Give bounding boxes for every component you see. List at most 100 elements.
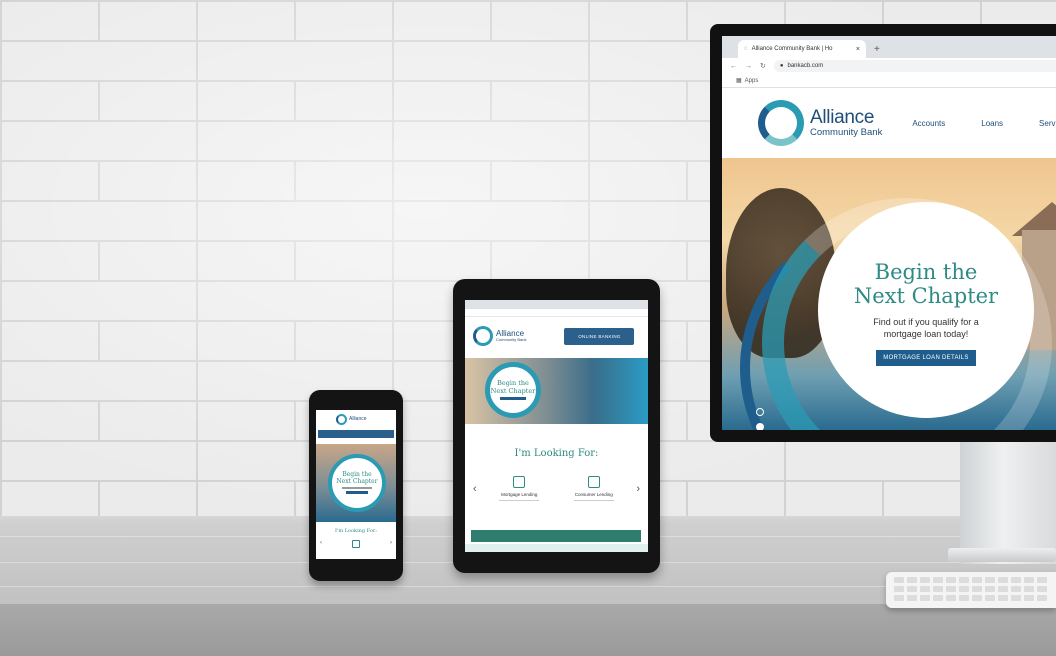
tablet-footer-wave [465, 544, 648, 552]
tablet-hero-callout: Begin the Next Chapter [485, 362, 541, 418]
monitor-foot [948, 548, 1056, 562]
logo-line-1: Alliance [810, 107, 875, 129]
key [1024, 577, 1034, 583]
phone-carousel-next-icon[interactable]: › [390, 540, 392, 548]
card-consumer-lending[interactable]: Consumer Lending [562, 476, 626, 501]
key [972, 586, 982, 592]
tablet-hero-banner: Begin the Next Chapter [465, 358, 648, 424]
tab-title: Alliance Community Bank | Ho [751, 46, 833, 52]
key [1037, 577, 1047, 583]
hero-title-line-1: Begin the [874, 260, 978, 284]
phone-house-icon[interactable] [352, 540, 360, 548]
carousel-dot[interactable] [756, 408, 764, 416]
card-divider [573, 500, 614, 501]
online-banking-button[interactable]: ONLINE BANKING [564, 327, 635, 345]
key [985, 577, 995, 583]
tablet-device: Alliance Community Bank ONLINE BANKING B… [453, 279, 660, 573]
phone-online-banking-button[interactable] [318, 430, 394, 438]
tablet-hero-button[interactable] [500, 396, 526, 400]
key [959, 586, 969, 592]
key [959, 577, 969, 583]
key [1024, 586, 1034, 592]
reload-icon[interactable]: ↻ [760, 62, 766, 70]
browser-tab[interactable]: ◌ Alliance Community Bank | Ho × [738, 40, 866, 58]
key [907, 586, 917, 592]
url-text: bankacb.com [787, 63, 824, 69]
key [894, 586, 904, 592]
key [907, 595, 917, 601]
hero-title: Begin the Next Chapter [854, 260, 998, 308]
new-tab-button[interactable]: + [874, 44, 880, 55]
key [1024, 595, 1034, 601]
tablet-hero-title-line-2: Next Chapter [490, 386, 536, 395]
hero-subtitle-line-1: Find out if you qualify for a [873, 317, 979, 328]
forward-icon[interactable]: → [745, 63, 752, 70]
tab-close-icon[interactable]: × [856, 46, 860, 53]
carousel-dots [756, 408, 764, 430]
carousel-prev-icon[interactable]: ‹ [473, 483, 477, 495]
key [920, 586, 930, 592]
key [1011, 577, 1021, 583]
key-row [894, 595, 1056, 601]
mortgage-loan-details-button[interactable]: MORTGAGE LOAN DETAILS [876, 349, 976, 366]
key [972, 577, 982, 583]
carousel-next-icon[interactable]: › [636, 483, 640, 495]
key [1037, 595, 1047, 601]
tablet-hero-title: Begin the Next Chapter [491, 380, 536, 394]
back-icon[interactable]: ← [730, 63, 737, 70]
key [946, 577, 956, 583]
tablet-tab-bar [465, 300, 648, 309]
key [933, 586, 943, 592]
tablet-address-bar[interactable] [465, 309, 648, 317]
key [920, 595, 930, 601]
key [985, 595, 995, 601]
hero-title-line-2: Next Chapter [853, 284, 999, 309]
nav-item-accounts[interactable]: Accounts [912, 119, 945, 128]
key [946, 595, 956, 601]
key [907, 577, 917, 583]
card-label: Mortgage Lending [501, 492, 538, 497]
card-divider [499, 500, 540, 501]
lock-icon: ● [779, 63, 784, 69]
site-logo[interactable]: Alliance Community Bank [810, 108, 882, 138]
phone-hero-callout: Begin the Next Chapter [328, 454, 386, 512]
tablet-green-bar[interactable] [471, 530, 641, 542]
tablet-site-logo[interactable]: Alliance Community Bank [496, 330, 526, 342]
phone-carousel-prev-icon[interactable]: ‹ [320, 540, 322, 548]
main-nav: Accounts Loans Servic [912, 119, 1056, 128]
carousel-dot-active[interactable] [756, 423, 764, 430]
key [894, 577, 904, 583]
browser-tab-bar: ◌ Alliance Community Bank | Ho × + [722, 36, 1056, 58]
phone-hero-title-line-2: Next Chapter [336, 477, 378, 485]
nav-item-loans[interactable]: Loans [981, 119, 1003, 128]
monitor-stand [960, 442, 1056, 564]
logo-ring-icon [758, 100, 804, 146]
phone-hero-button[interactable] [346, 491, 368, 495]
apps-grid-icon: ▦ [736, 78, 742, 84]
tablet-logo-line-2: Community Bank [496, 337, 527, 342]
phone-site-header: Alliance [316, 410, 396, 428]
favicon-icon: ◌ [744, 46, 748, 52]
address-bar-row: ← → ↻ ● bankacb.com [722, 58, 1056, 74]
bookmarks-bar: ▦ Apps [722, 74, 1056, 88]
key [972, 595, 982, 601]
phone-screen: Alliance Begin the Next Chapter I'm Look… [316, 410, 396, 559]
phone-hero-banner: Begin the Next Chapter [316, 444, 396, 522]
url-field[interactable]: ● bankacb.com [773, 60, 1056, 72]
looking-for-heading: I'm Looking For: [514, 448, 599, 459]
key [946, 586, 956, 592]
key [1011, 586, 1021, 592]
desktop-monitor: ◌ Alliance Community Bank | Ho × + ← → ↻… [710, 24, 1056, 442]
bookmark-apps[interactable]: Apps [745, 78, 759, 84]
key [959, 595, 969, 601]
key [1011, 595, 1021, 601]
hero-callout: Begin the Next Chapter Find out if you q… [818, 202, 1034, 418]
monitor-screen: ◌ Alliance Community Bank | Ho × + ← → ↻… [722, 36, 1056, 430]
nav-item-services[interactable]: Servic [1039, 119, 1056, 128]
phone-hero-subtitle [342, 487, 372, 490]
key [933, 577, 943, 583]
phone-site-logo[interactable]: Alliance [349, 416, 367, 422]
document-icon [587, 476, 600, 488]
phone-logo-ring-icon [336, 413, 347, 425]
card-mortgage-lending[interactable]: Mortgage Lending [487, 476, 551, 501]
